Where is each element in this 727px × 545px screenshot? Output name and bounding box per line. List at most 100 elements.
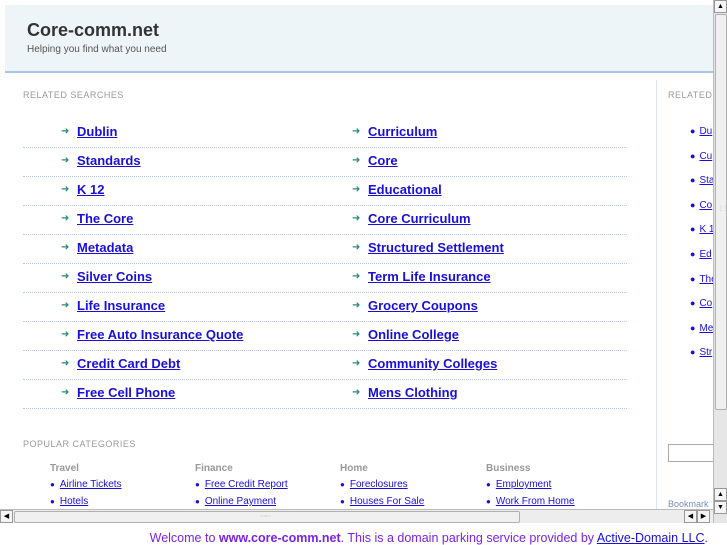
related-search-link[interactable]: Dublin bbox=[77, 124, 117, 139]
related-search-link[interactable]: Mens Clothing bbox=[368, 385, 458, 400]
category-heading: Home bbox=[340, 463, 368, 474]
sidebar-link[interactable]: ● K 1 bbox=[690, 224, 713, 235]
sidebar-link-label[interactable]: K 1 bbox=[699, 224, 713, 235]
related-search-link[interactable]: Community Colleges bbox=[368, 356, 497, 371]
scroll-right-icon[interactable]: ▶ bbox=[697, 510, 710, 523]
horizontal-scrollbar[interactable]: ◀ ⋯⋯ ◀ ▶ bbox=[0, 509, 713, 523]
bullet-icon: ● bbox=[486, 480, 491, 489]
provider-link[interactable]: Active-Domain LLC bbox=[597, 531, 705, 545]
scroll-left-icon[interactable]: ◀ bbox=[0, 510, 13, 523]
site-title: Core-comm.net bbox=[27, 20, 160, 40]
category-link-label[interactable]: Work From Home bbox=[496, 496, 575, 507]
related-search-link[interactable]: K 12 bbox=[77, 182, 104, 197]
category-link-label[interactable]: Airline Tickets bbox=[60, 479, 122, 490]
related-search-link[interactable]: Curriculum bbox=[368, 124, 437, 139]
horizontal-scroll-thumb[interactable]: ⋯⋯ bbox=[14, 511, 520, 523]
related-search-link[interactable]: Metadata bbox=[77, 240, 133, 255]
arrow-icon: ➜ bbox=[61, 155, 70, 166]
scroll-down-icon[interactable]: ▼ bbox=[714, 501, 727, 514]
search-input[interactable] bbox=[668, 444, 713, 462]
vertical-scroll-thumb[interactable]: ⋮⋮ bbox=[715, 14, 727, 410]
category-link[interactable]: ● Hotels bbox=[50, 496, 88, 507]
category-link-label[interactable]: Houses For Sale bbox=[350, 496, 424, 507]
scroll-up-icon[interactable]: ▲ bbox=[714, 488, 727, 501]
category-heading: Travel bbox=[50, 463, 79, 474]
category-link-label[interactable]: Foreclosures bbox=[350, 479, 408, 490]
related-search-link[interactable]: Grocery Coupons bbox=[368, 298, 478, 313]
footer-text: . This is a domain parking service provi… bbox=[340, 531, 597, 545]
related-search-link[interactable]: Life Insurance bbox=[77, 298, 165, 313]
sidebar-link-label[interactable]: The bbox=[699, 274, 713, 285]
sidebar-link[interactable]: ● Me bbox=[690, 323, 713, 334]
category-link-label[interactable]: Free Credit Report bbox=[205, 479, 288, 490]
sidebar-link[interactable]: ● Co bbox=[690, 200, 712, 211]
category-link-label[interactable]: Hotels bbox=[60, 496, 88, 507]
bullet-icon: ● bbox=[690, 298, 696, 309]
arrow-icon: ➜ bbox=[61, 126, 70, 137]
related-search-link[interactable]: Free Auto Insurance Quote bbox=[77, 327, 243, 342]
sidebar-link[interactable]: ● Cu bbox=[690, 151, 712, 162]
related-search-link[interactable]: Free Cell Phone bbox=[77, 385, 175, 400]
category-link[interactable]: ● Foreclosures bbox=[340, 479, 408, 490]
arrow-icon: ➜ bbox=[352, 213, 361, 224]
page-frame: Core-comm.net Helping you find what you … bbox=[0, 0, 713, 509]
category-heading: Business bbox=[486, 463, 531, 474]
category-heading: Finance bbox=[195, 463, 233, 474]
related-search-row: ➜ Metadata ➜ Structured Settlement bbox=[23, 235, 627, 264]
bullet-icon: ● bbox=[690, 150, 696, 161]
sidebar-link-label[interactable]: Co bbox=[699, 200, 712, 211]
sidebar-link[interactable]: ● Ed bbox=[690, 249, 712, 260]
sidebar-link-label[interactable]: Co bbox=[699, 298, 712, 309]
arrow-icon: ➜ bbox=[61, 387, 70, 398]
bullet-icon: ● bbox=[195, 497, 200, 506]
vertical-scrollbar[interactable]: ▲ ⋮⋮ ▲ ▼ bbox=[713, 0, 727, 523]
related-search-link[interactable]: Term Life Insurance bbox=[368, 269, 491, 284]
bullet-icon: ● bbox=[690, 175, 696, 186]
related-search-link[interactable]: Structured Settlement bbox=[368, 240, 504, 255]
column-divider bbox=[656, 80, 657, 509]
bullet-icon: ● bbox=[690, 126, 696, 136]
sidebar-link-label[interactable]: Ed bbox=[699, 249, 711, 260]
arrow-icon: ➜ bbox=[61, 242, 70, 253]
bullet-icon: ● bbox=[195, 480, 200, 489]
bookmark-link[interactable]: Bookmark bbox=[668, 499, 709, 509]
related-search-link[interactable]: Core bbox=[368, 153, 398, 168]
scroll-up-icon[interactable]: ▲ bbox=[714, 0, 727, 13]
arrow-icon: ➜ bbox=[61, 300, 70, 311]
category-link[interactable]: ● Free Credit Report bbox=[195, 479, 288, 490]
sidebar-link-label[interactable]: Du bbox=[699, 126, 712, 137]
sidebar-link-label[interactable]: Me bbox=[699, 323, 713, 334]
bullet-icon: ● bbox=[50, 480, 55, 489]
footer-text: . bbox=[704, 531, 708, 545]
scroll-left-icon[interactable]: ◀ bbox=[684, 510, 697, 523]
category-link[interactable]: ● Houses For Sale bbox=[340, 496, 424, 507]
category-link[interactable]: ● Airline Tickets bbox=[50, 479, 122, 490]
site-tagline: Helping you find what you need bbox=[27, 44, 167, 55]
related-search-link[interactable]: Credit Card Debt bbox=[77, 356, 180, 371]
sidebar-link[interactable]: ● Du bbox=[690, 126, 712, 137]
category-link-label[interactable]: Employment bbox=[496, 479, 552, 490]
sidebar-link-label[interactable]: Str bbox=[699, 347, 712, 358]
related-search-link[interactable]: Standards bbox=[77, 153, 141, 168]
category-link[interactable]: ● Employment bbox=[486, 479, 551, 490]
related-search-link[interactable]: The Core bbox=[77, 211, 133, 226]
sidebar-heading: RELATED bbox=[668, 90, 713, 100]
sidebar-link-label[interactable]: Cu bbox=[699, 151, 712, 162]
category-link[interactable]: ● Online Payment bbox=[195, 496, 276, 507]
related-search-row: ➜ Free Auto Insurance Quote ➜ Online Col… bbox=[23, 322, 627, 351]
related-search-link[interactable]: Educational bbox=[368, 182, 442, 197]
parking-footer: Welcome to www.core-comm.net. This is a … bbox=[0, 531, 727, 545]
sidebar-link[interactable]: ● Co bbox=[690, 298, 712, 309]
related-search-link[interactable]: Core Curriculum bbox=[368, 211, 471, 226]
arrow-icon: ➜ bbox=[61, 271, 70, 282]
category-link-label[interactable]: Online Payment bbox=[205, 496, 276, 507]
related-search-link[interactable]: Silver Coins bbox=[77, 269, 152, 284]
sidebar-link[interactable]: ●The bbox=[690, 274, 713, 285]
sidebar-link-label[interactable]: Sta bbox=[699, 175, 713, 186]
arrow-icon: ➜ bbox=[61, 184, 70, 195]
category-link[interactable]: ● Work From Home bbox=[486, 496, 575, 507]
sidebar-link[interactable]: ● Sta bbox=[690, 175, 713, 186]
arrow-icon: ➜ bbox=[352, 387, 361, 398]
sidebar-link[interactable]: ● Str bbox=[690, 347, 712, 358]
related-search-link[interactable]: Online College bbox=[368, 327, 459, 342]
